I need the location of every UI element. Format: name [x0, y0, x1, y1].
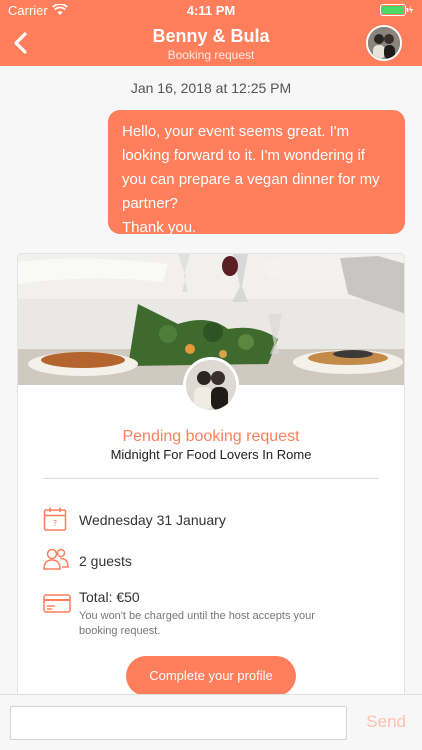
- booking-date: Wednesday 31 January: [79, 512, 226, 528]
- svg-text:?: ?: [53, 519, 57, 528]
- guests-icon: [43, 548, 69, 570]
- navigation-header: Carrier 4:11 PM Benny & Bula Booking req…: [0, 0, 422, 66]
- booking-status: Pending booking request: [122, 428, 300, 445]
- sent-message-bubble: Hello, your event seems great. I'm looki…: [108, 110, 405, 236]
- send-button[interactable]: Send: [366, 712, 406, 732]
- charge-note: You won't be charged until the host acce…: [79, 610, 315, 637]
- battery-icon: [380, 4, 413, 16]
- guest-count: 2 guests: [79, 553, 132, 569]
- status-bar: Carrier 4:11 PM: [0, 0, 422, 20]
- page-subtitle: Booking request: [167, 48, 255, 62]
- host-avatar: [183, 357, 239, 413]
- host-avatar-button[interactable]: [366, 25, 402, 61]
- booking-card[interactable]: Pending booking request Midnight For Foo…: [17, 253, 405, 713]
- divider: [43, 478, 379, 479]
- avatar-photo: [368, 27, 400, 59]
- message-input[interactable]: [10, 706, 347, 740]
- total-price: Total: €50: [79, 589, 140, 605]
- message-composer: Send: [0, 694, 422, 750]
- clock: 4:11 PM: [186, 3, 236, 18]
- event-title: Midnight For Food Lovers In Rome: [110, 447, 312, 462]
- credit-card-icon: [43, 594, 71, 613]
- calendar-icon: ?: [43, 507, 67, 531]
- page-title: Benny & Bula: [152, 26, 270, 46]
- complete-profile-button[interactable]: Complete your profile: [126, 656, 296, 696]
- message-timestamp: Jan 16, 2018 at 12:25 PM: [130, 80, 292, 96]
- host-photo: [186, 360, 236, 410]
